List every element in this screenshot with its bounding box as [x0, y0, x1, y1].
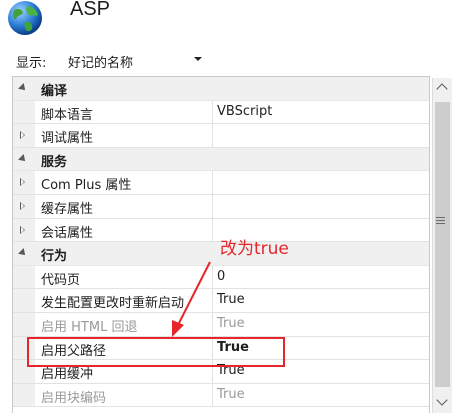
expander[interactable]: [13, 147, 35, 171]
column-divider: [212, 289, 213, 312]
property-name: Com Plus 属性: [41, 178, 132, 194]
property-row[interactable]: 启用 HTML 回退 True: [13, 312, 429, 337]
scroll-up-button[interactable]: [433, 78, 452, 98]
expand-triangle-icon: [20, 225, 25, 234]
expander[interactable]: [13, 194, 35, 218]
page-title: ASP: [70, 0, 111, 20]
expander[interactable]: [13, 242, 35, 265]
column-divider: [212, 194, 213, 218]
chevron-down-icon: [194, 57, 202, 61]
grip-icon: [436, 217, 445, 224]
property-name: 会话属性: [41, 225, 94, 241]
column-divider: [212, 312, 213, 336]
sort-dropdown[interactable]: 好记的名称: [60, 47, 210, 71]
property-name: 代码页: [41, 272, 81, 288]
collapse-triangle-icon: [18, 248, 28, 259]
scroll-down-button[interactable]: [433, 393, 452, 413]
property-row[interactable]: 代码页 0: [13, 265, 429, 290]
collapse-triangle-icon: [18, 83, 28, 93]
header: ASP: [0, 0, 462, 40]
expand-triangle-icon: [20, 131, 25, 140]
column-divider: [212, 265, 213, 289]
property-row[interactable]: 调试属性: [13, 124, 429, 148]
annotation-text: 改为true: [220, 239, 289, 259]
property-value[interactable]: 0: [217, 269, 225, 284]
expander: [13, 100, 35, 124]
expander[interactable]: [13, 77, 35, 100]
expander: [13, 289, 35, 312]
highlight-box: [27, 337, 285, 367]
property-value[interactable]: True: [217, 292, 245, 307]
category-label: 行为: [41, 249, 68, 265]
property-name: 缓存属性: [41, 201, 94, 217]
expander: [13, 383, 35, 407]
property-name: 启用块编码: [41, 390, 107, 406]
property-name: 调试属性: [41, 131, 94, 147]
expander[interactable]: [13, 218, 35, 242]
property-value[interactable]: VBScript: [217, 104, 272, 119]
sort-dropdown-value: 好记的名称: [68, 56, 134, 71]
property-name: 启用 HTML 回退: [41, 319, 138, 335]
column-divider: [212, 218, 213, 242]
scroll-thumb[interactable]: [435, 102, 450, 387]
property-row[interactable]: 缓存属性: [13, 194, 429, 219]
expand-triangle-icon: [20, 178, 25, 187]
property-row[interactable]: 启用块编码 True: [13, 383, 429, 408]
property-name: 脚本语言: [41, 107, 94, 123]
property-row[interactable]: 发生配置更改时重新启动 True: [13, 289, 429, 313]
show-label: 显示:: [16, 56, 47, 71]
property-row[interactable]: Com Plus 属性: [13, 171, 429, 195]
property-row[interactable]: 脚本语言 VBScript: [13, 100, 429, 125]
category-label: 编译: [41, 84, 68, 99]
category-row[interactable]: 编译: [13, 77, 429, 101]
property-value[interactable]: True: [217, 387, 245, 402]
column-divider: [212, 383, 213, 407]
property-name: 发生配置更改时重新启动: [41, 296, 185, 312]
property-value[interactable]: True: [217, 316, 245, 331]
category-row[interactable]: 服务: [13, 147, 429, 172]
expander: [13, 312, 35, 336]
column-divider: [212, 124, 213, 147]
expander[interactable]: [13, 171, 35, 194]
expander[interactable]: [13, 124, 35, 147]
globe-icon: [8, 1, 42, 35]
vertical-scrollbar[interactable]: [432, 78, 452, 413]
expand-triangle-icon: [20, 201, 25, 210]
category-label: 服务: [41, 154, 68, 170]
expander: [13, 265, 35, 289]
collapse-triangle-icon: [18, 153, 28, 164]
column-divider: [212, 100, 213, 124]
column-divider: [212, 171, 213, 194]
